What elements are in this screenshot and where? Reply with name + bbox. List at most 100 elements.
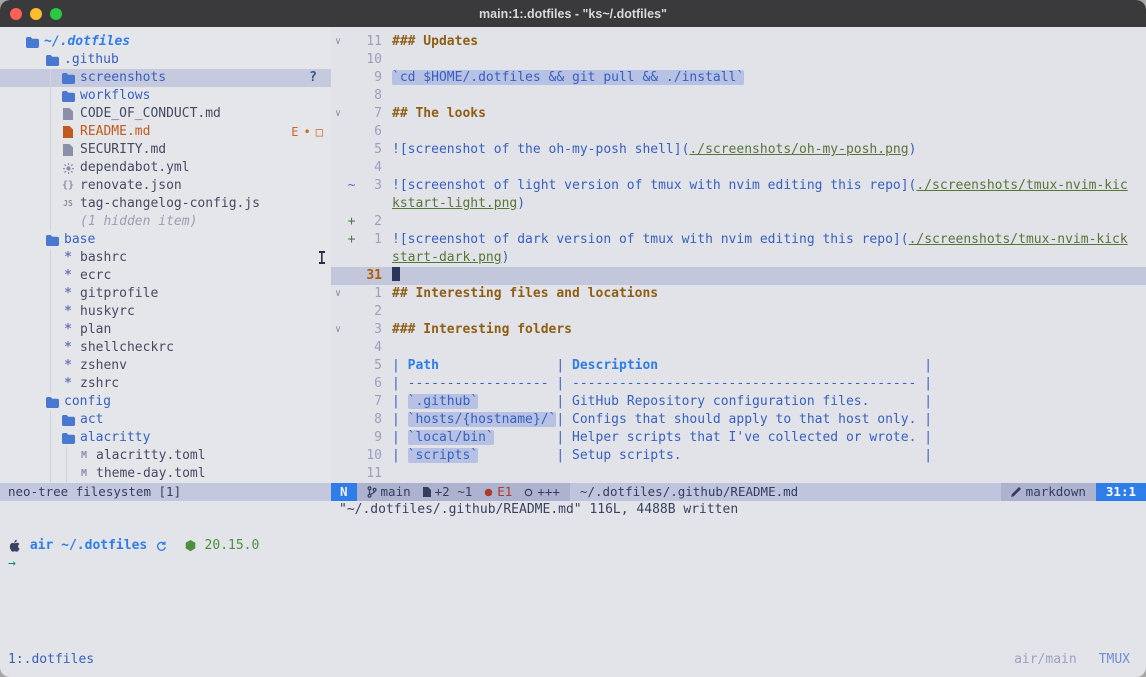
editor-line[interactable]: 2 bbox=[331, 303, 1146, 321]
tree-item[interactable]: *shellcheckrc bbox=[0, 339, 331, 357]
prompt-text bbox=[168, 537, 184, 555]
editor-line[interactable]: ∨1## Interesting files and locations bbox=[331, 285, 1146, 303]
editor-line[interactable]: start-dark.png) bbox=[331, 249, 1146, 267]
editor-line[interactable]: +1![screenshot of dark version of tmux w… bbox=[331, 231, 1146, 249]
editor-line[interactable]: kstart-light.png) bbox=[331, 195, 1146, 213]
editor-line[interactable]: ∨3### Interesting folders bbox=[331, 321, 1146, 339]
line-number: 1 bbox=[358, 231, 382, 249]
tree-item[interactable]: *gitprofile bbox=[0, 285, 331, 303]
git-status: main+2 ~1E1+++ bbox=[357, 483, 570, 501]
editor-line[interactable]: 31 bbox=[331, 267, 1146, 285]
tree-item-label: ecrc bbox=[80, 267, 111, 285]
line-text: ## The looks bbox=[392, 105, 486, 123]
editor-line[interactable]: 5![screenshot of the oh-my-posh shell](.… bbox=[331, 141, 1146, 159]
editor-line[interactable]: 4 bbox=[331, 159, 1146, 177]
tree-item[interactable]: *plan bbox=[0, 321, 331, 339]
tree-item[interactable]: CODE_OF_CONDUCT.md bbox=[0, 105, 331, 123]
tree-item[interactable]: SECURITY.md bbox=[0, 141, 331, 159]
editor-line[interactable]: ∨11### Updates bbox=[331, 33, 1146, 51]
tree-item-label: alacritty.toml bbox=[96, 447, 206, 465]
line-number: 3 bbox=[358, 321, 382, 339]
git-sign bbox=[345, 411, 358, 429]
tree-item[interactable]: *zshrc bbox=[0, 375, 331, 393]
editor-line[interactable]: 8 bbox=[331, 87, 1146, 105]
tree-item[interactable]: Malacritty.toml bbox=[0, 447, 331, 465]
zoom-button[interactable] bbox=[50, 8, 62, 20]
tree-item[interactable]: ~/.dotfiles bbox=[0, 33, 331, 51]
line-number: 2 bbox=[358, 303, 382, 321]
tree-item[interactable]: dependabot.yml bbox=[0, 159, 331, 177]
tree-item[interactable]: Mtheme-day.toml bbox=[0, 465, 331, 483]
tree-item[interactable]: README.mdE•□ bbox=[0, 123, 331, 141]
editor-line[interactable]: +2 bbox=[331, 213, 1146, 231]
folder-icon bbox=[44, 235, 60, 246]
editor-line[interactable]: 6| ------------------ | ----------------… bbox=[331, 375, 1146, 393]
fold-marker-icon bbox=[331, 447, 345, 465]
tmux-window-item[interactable]: 1:.dotfiles bbox=[8, 652, 94, 667]
git-sign bbox=[345, 285, 358, 303]
editor-line[interactable]: 7| `.github` | GitHub Repository configu… bbox=[331, 393, 1146, 411]
tree-item-label: bashrc bbox=[80, 249, 127, 267]
git-sign bbox=[345, 303, 358, 321]
fold-marker-icon bbox=[331, 195, 345, 213]
editor-line[interactable]: 9`cd $HOME/.dotfiles && git pull && ./in… bbox=[331, 69, 1146, 87]
docsm-icon bbox=[423, 487, 431, 497]
editor-line[interactable]: 6 bbox=[331, 123, 1146, 141]
editor-line[interactable]: 10| `scripts` | Setup scripts. | bbox=[331, 447, 1146, 465]
sync-icon bbox=[156, 541, 167, 552]
tree-item[interactable]: JStag-changelog-config.js bbox=[0, 195, 331, 213]
line-text: `cd $HOME/.dotfiles && git pull && ./ins… bbox=[392, 69, 744, 87]
git-sign bbox=[345, 195, 358, 213]
fold-marker-icon: ∨ bbox=[331, 33, 345, 51]
prompt-arrow: → bbox=[8, 555, 1138, 573]
editor-line[interactable]: 9| `local/bin` | Helper scripts that I'v… bbox=[331, 429, 1146, 447]
fold-marker-icon bbox=[331, 69, 345, 87]
tree-item[interactable]: alacritty bbox=[0, 429, 331, 447]
editor-line[interactable]: ~3![screenshot of light version of tmux … bbox=[331, 177, 1146, 195]
minimize-button[interactable] bbox=[30, 8, 42, 20]
tree-item[interactable]: config bbox=[0, 393, 331, 411]
titlebar: main:1:.dotfiles - "ks~/.dotfiles" bbox=[0, 0, 1146, 27]
folder-icon bbox=[44, 55, 60, 66]
fold-marker-icon bbox=[331, 411, 345, 429]
tmux-right-status: air/main TMUX bbox=[1014, 652, 1138, 667]
mode-indicator: N bbox=[331, 483, 357, 501]
git-sign bbox=[345, 321, 358, 339]
tmux-statusbar: 1:.dotfiles air/main TMUX bbox=[8, 649, 1138, 669]
tree-item[interactable]: *ecrc bbox=[0, 267, 331, 285]
tree-item[interactable]: (1 hidden item) bbox=[0, 213, 331, 231]
star-icon: * bbox=[60, 249, 76, 267]
fold-marker-icon: ∨ bbox=[331, 285, 345, 303]
tree-item[interactable]: act bbox=[0, 411, 331, 429]
tree-item-label: (1 hidden item) bbox=[80, 213, 197, 231]
tree-item[interactable]: screenshots? bbox=[0, 69, 331, 87]
close-button[interactable] bbox=[10, 8, 22, 20]
tree-item[interactable]: base bbox=[0, 231, 331, 249]
editor-line[interactable]: 11 bbox=[331, 465, 1146, 483]
line-number: 6 bbox=[358, 123, 382, 141]
tmux-session-name: air/main bbox=[1014, 652, 1077, 667]
text-cursor bbox=[392, 267, 400, 281]
tree-item-label: ~/.dotfiles bbox=[44, 33, 130, 51]
tree-item[interactable]: *bashrc bbox=[0, 249, 331, 267]
tree-item[interactable]: .github bbox=[0, 51, 331, 69]
fold-marker-icon bbox=[331, 267, 345, 285]
editor-pane: ∨11### Updates109`cd $HOME/.dotfiles && … bbox=[331, 27, 1146, 501]
line-text: | Path | Description | bbox=[392, 357, 932, 375]
editor-line[interactable]: 10 bbox=[331, 51, 1146, 69]
editor-lines: ∨11### Updates109`cd $HOME/.dotfiles && … bbox=[331, 27, 1146, 483]
mouse-cursor bbox=[317, 251, 326, 264]
tree-item[interactable]: {}renovate.json bbox=[0, 177, 331, 195]
folder-icon bbox=[60, 433, 76, 444]
editor-line[interactable]: 8| `hosts/{hostname}/`| Configs that sho… bbox=[331, 411, 1146, 429]
editor-line[interactable]: 4 bbox=[331, 339, 1146, 357]
errc-icon bbox=[484, 488, 493, 497]
tree-item[interactable]: *zshenv bbox=[0, 357, 331, 375]
fold-marker-icon bbox=[331, 393, 345, 411]
editor-line[interactable]: 5| Path | Description | bbox=[331, 357, 1146, 375]
line-text: ### Updates bbox=[392, 33, 478, 51]
fold-marker-icon bbox=[331, 159, 345, 177]
editor-line[interactable]: ∨7## The looks bbox=[331, 105, 1146, 123]
tree-item[interactable]: workflows bbox=[0, 87, 331, 105]
tree-item[interactable]: *huskyrc bbox=[0, 303, 331, 321]
